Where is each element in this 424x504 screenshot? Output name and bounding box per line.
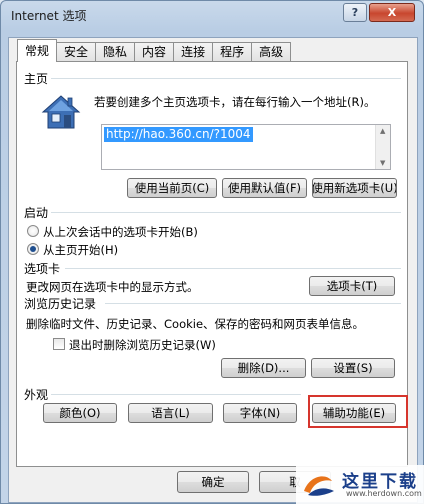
homepage-url-textarea[interactable]: http://hao.360.cn/?1004 ▲ ▼ [101,124,391,170]
homepage-url-value: http://hao.360.cn/?1004 [104,127,253,142]
tab-privacy[interactable]: 隐私 [95,42,136,62]
delete-history-on-exit-checkbox[interactable] [53,338,65,350]
history-section-title: 浏览历史记录 [24,297,97,311]
house-icon [41,95,81,129]
use-default-button[interactable]: 使用默认值(F) [222,178,307,198]
watermark-logo-icon [304,476,334,496]
startup-last-session-label[interactable]: 从上次会话中的选项卡开始(B) [43,224,198,240]
colors-button[interactable]: 颜色(O) [43,403,117,423]
use-new-tab-button[interactable]: 使用新选项卡(U) [312,178,397,198]
use-current-button[interactable]: 使用当前页(C) [127,178,217,198]
delete-history-on-exit-label[interactable]: 退出时删除浏览历史记录(W) [69,337,216,353]
watermark-url: www.herdown.com [346,489,422,498]
startup-last-session-radio[interactable] [27,225,39,237]
ok-button[interactable]: 确定 [177,471,249,493]
tab-content[interactable]: 内容 [134,42,175,62]
delete-history-button[interactable]: 删除(D)... [221,358,306,378]
scroll-down-icon[interactable]: ▼ [380,159,385,167]
homepage-section-title: 主页 [24,72,49,86]
homepage-divider [51,78,401,79]
tab-programs[interactable]: 程序 [212,42,253,62]
history-settings-button[interactable]: 设置(S) [311,358,395,378]
dialog-client-area: 常规 安全 隐私 内容 连接 程序 高级 主页 若要创建多个主页选项卡，请在每行… [8,37,418,503]
appearance-divider [51,394,301,395]
close-button[interactable]: X [369,3,415,22]
general-tab-panel: 主页 若要创建多个主页选项卡，请在每行输入一个地址(R)。 http://hao… [16,61,408,467]
tabs-section-divider [65,268,401,269]
tab-security[interactable]: 安全 [56,42,97,62]
window-title: Internet 选项 [11,9,87,23]
history-description: 删除临时文件、历史记录、Cookie、保存的密码和网页表单信息。 [26,317,365,331]
homepage-description: 若要创建多个主页选项卡，请在每行输入一个地址(R)。 [94,95,376,109]
fonts-button[interactable]: 字体(N) [223,403,297,423]
scroll-up-icon[interactable]: ▲ [380,127,385,135]
startup-section-title: 启动 [24,206,49,220]
appearance-section-title: 外观 [24,388,49,402]
tab-general[interactable]: 常规 [17,39,58,62]
tab-connections[interactable]: 连接 [173,42,214,62]
tabs-settings-button[interactable]: 选项卡(T) [309,276,395,296]
tabs-section-description: 更改网页在选项卡中的显示方式。 [26,280,199,294]
languages-button[interactable]: 语言(L) [128,403,213,423]
accessibility-highlight-box [308,395,408,428]
tab-strip: 常规 安全 隐私 内容 连接 程序 高级 [17,39,292,62]
startup-homepage-radio[interactable] [27,243,39,255]
tab-advanced[interactable]: 高级 [251,42,292,62]
title-bar[interactable]: Internet 选项 ? X [1,1,423,29]
tabs-section-title: 选项卡 [24,262,61,276]
internet-options-window: Internet 选项 ? X 常规 安全 隐私 内容 连接 程序 高级 主页 [0,0,424,504]
history-divider [105,303,401,304]
startup-homepage-label[interactable]: 从主页开始(H) [43,242,118,258]
url-scrollbar[interactable]: ▲ ▼ [375,125,390,169]
help-button[interactable]: ? [343,3,367,22]
site-watermark: 这里下载 www.herdown.com [296,465,424,504]
startup-divider [51,212,401,213]
